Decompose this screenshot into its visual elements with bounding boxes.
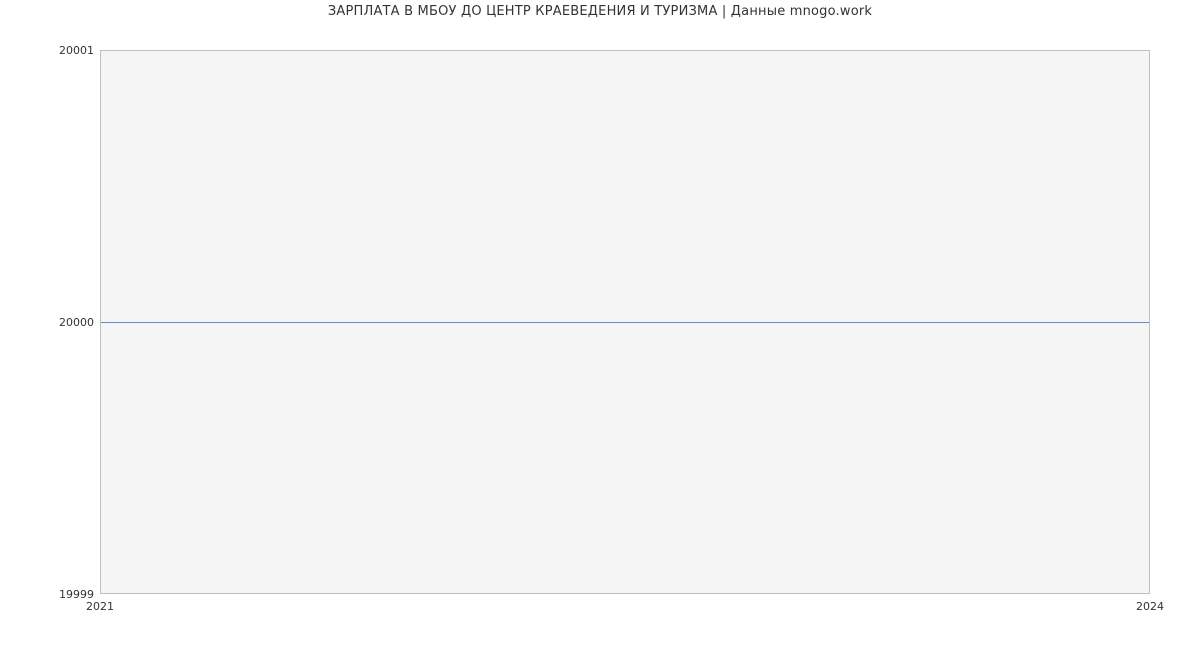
chart-title: ЗАРПЛАТА В МБОУ ДО ЦЕНТР КРАЕВЕДЕНИЯ И Т… <box>0 4 1200 19</box>
chart-container: ЗАРПЛАТА В МБОУ ДО ЦЕНТР КРАЕВЕДЕНИЯ И Т… <box>0 0 1200 650</box>
y-tick-label: 19999 <box>4 588 94 601</box>
data-line-salary <box>101 322 1149 323</box>
x-tick-label: 2021 <box>86 600 114 613</box>
y-tick-label: 20001 <box>4 44 94 57</box>
x-tick-label: 2024 <box>1136 600 1164 613</box>
plot-area <box>100 50 1150 594</box>
y-tick-label: 20000 <box>4 316 94 329</box>
